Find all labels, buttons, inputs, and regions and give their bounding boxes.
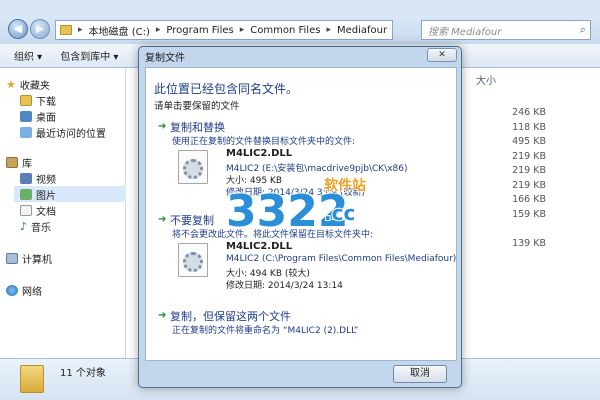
dialog-title: 复制文件	[145, 53, 185, 64]
address-bar-area: ◀ ▶ ▸ 本地磁盘 (C:) ▸ Program Files ▸ Common…	[0, 14, 600, 44]
destination-file-date: 修改日期: 2014/3/24 13:14	[226, 281, 343, 291]
file-size: 246 KB	[512, 107, 546, 118]
breadcrumb-separator: ▸	[239, 25, 245, 35]
nav-documents[interactable]: 文档	[20, 202, 56, 218]
nav-label: 下载	[36, 96, 56, 108]
nav-network[interactable]: 网络	[6, 282, 42, 298]
address-bar[interactable]: ▸ 本地磁盘 (C:) ▸ Program Files ▸ Common Fil…	[55, 20, 393, 40]
forward-button[interactable]: ▶	[30, 19, 50, 39]
option-description: 正在复制的文件将重命名为 “M4LIC2 (2).DLL”	[172, 326, 359, 336]
nav-videos[interactable]: 视频	[20, 170, 56, 186]
file-size	[486, 222, 546, 237]
option-title: 复制，但保留这两个文件	[170, 310, 291, 323]
nav-label: 收藏夹	[19, 80, 50, 92]
file-size: 118 KB	[512, 121, 546, 133]
star-icon: ★	[6, 77, 16, 91]
dll-file-icon	[178, 150, 208, 184]
file-size: 159 KB	[512, 208, 546, 220]
arrow-icon: ➔	[158, 214, 167, 225]
nav-music[interactable]: ♪ 音乐	[20, 218, 51, 234]
nav-label: 音乐	[31, 222, 52, 234]
dialog-heading: 此位置已经包含同名文件。	[154, 82, 299, 96]
organize-menu[interactable]: 组织 ▾	[14, 48, 42, 63]
breadcrumb-separator: ▸	[155, 25, 161, 35]
option-description: 使用正在复制的文件替换目标文件夹中的文件:	[172, 137, 356, 147]
nav-downloads[interactable]: 下载	[20, 92, 56, 108]
dialog-footer: 取消	[145, 361, 457, 387]
documents-library-icon	[20, 204, 32, 216]
nav-label: 文档	[36, 206, 56, 218]
size-column-header[interactable]: 大小	[476, 72, 496, 87]
breadcrumb-separator: ▸	[78, 25, 83, 35]
nav-libraries[interactable]: 库	[6, 154, 32, 170]
search-input[interactable]: 搜索 Mediafour ⌕	[421, 20, 591, 40]
nav-label: 视频	[36, 174, 56, 186]
nav-label: 桌面	[36, 112, 56, 124]
breadcrumb-program-files[interactable]: Program Files	[166, 25, 233, 36]
close-icon: ✕	[438, 50, 446, 60]
option-title: 不要复制	[170, 214, 214, 227]
navigation-pane: ★ 收藏夹 下载 桌面 最近访问的位置 库 视频 图片 文档 ♪ 音乐 计算机 …	[0, 68, 126, 358]
back-button[interactable]: ◀	[8, 19, 28, 39]
computer-icon	[6, 252, 18, 264]
network-icon	[6, 284, 18, 296]
nav-label: 库	[22, 158, 32, 170]
breadcrumb-common-files[interactable]: Common Files	[250, 25, 320, 36]
folder-icon	[60, 25, 72, 35]
pictures-library-icon	[20, 188, 32, 200]
music-note-icon: ♪	[20, 219, 28, 233]
file-size: 219 KB	[512, 165, 546, 176]
nav-pictures[interactable]: 图片	[14, 186, 126, 202]
site-watermark-logo: 3322 .cc 软件站	[225, 176, 367, 238]
nav-label: 最近访问的位置	[36, 128, 106, 140]
dialog-subheading: 请单击要保留的文件	[154, 101, 240, 112]
breadcrumb-separator: ▸	[326, 25, 331, 35]
cancel-button[interactable]: 取消	[393, 365, 447, 383]
watermark-tagline: 软件站	[324, 177, 366, 194]
gear-icon	[183, 252, 203, 272]
nav-desktop[interactable]: 桌面	[20, 108, 56, 124]
close-button[interactable]: ✕	[427, 48, 457, 62]
source-file-name: M4LIC2.DLL	[226, 148, 293, 159]
breadcrumb-local-disk[interactable]: 本地磁盘 (C:)	[89, 23, 150, 38]
arrow-icon: ➔	[158, 310, 167, 321]
destination-file-name: M4LIC2.DLL	[226, 241, 293, 252]
file-size: 219 KB	[512, 179, 546, 191]
dll-file-icon	[178, 243, 208, 277]
breadcrumb-mediafour[interactable]: Mediafour	[337, 25, 387, 36]
nav-computer[interactable]: 计算机	[6, 250, 52, 266]
library-icon	[6, 156, 18, 168]
file-size: 495 KB	[512, 136, 546, 147]
search-placeholder: 搜索 Mediafour	[428, 26, 502, 38]
file-size: 166 KB	[512, 194, 546, 205]
recent-places-icon	[20, 126, 32, 138]
nav-label: 计算机	[22, 254, 52, 266]
folder-icon	[20, 365, 44, 393]
size-column: 246 KB 118 KB 495 KB 219 KB 219 KB 219 K…	[486, 106, 546, 251]
file-size: 219 KB	[512, 150, 546, 162]
arrow-icon: ➔	[158, 121, 167, 132]
nav-label: 图片	[36, 190, 56, 202]
option-title: 复制和替换	[170, 121, 225, 134]
nav-favorites[interactable]: ★ 收藏夹	[6, 76, 50, 92]
desktop-icon	[20, 110, 32, 122]
destination-file-path: M4LIC2 (C:\Program Files\Common Files\Me…	[226, 254, 457, 264]
watermark-suffix: .cc	[324, 201, 355, 225]
nav-label: 网络	[22, 286, 42, 298]
gear-icon	[183, 159, 203, 179]
downloads-folder-icon	[20, 94, 32, 106]
include-in-library-menu[interactable]: 包含到库中 ▾	[60, 48, 118, 63]
item-count: 11 个对象	[60, 368, 106, 379]
search-icon[interactable]: ⌕	[579, 23, 585, 37]
nav-recent-places[interactable]: 最近访问的位置	[20, 124, 106, 140]
file-size: 139 KB	[512, 237, 546, 249]
video-library-icon	[20, 172, 32, 184]
